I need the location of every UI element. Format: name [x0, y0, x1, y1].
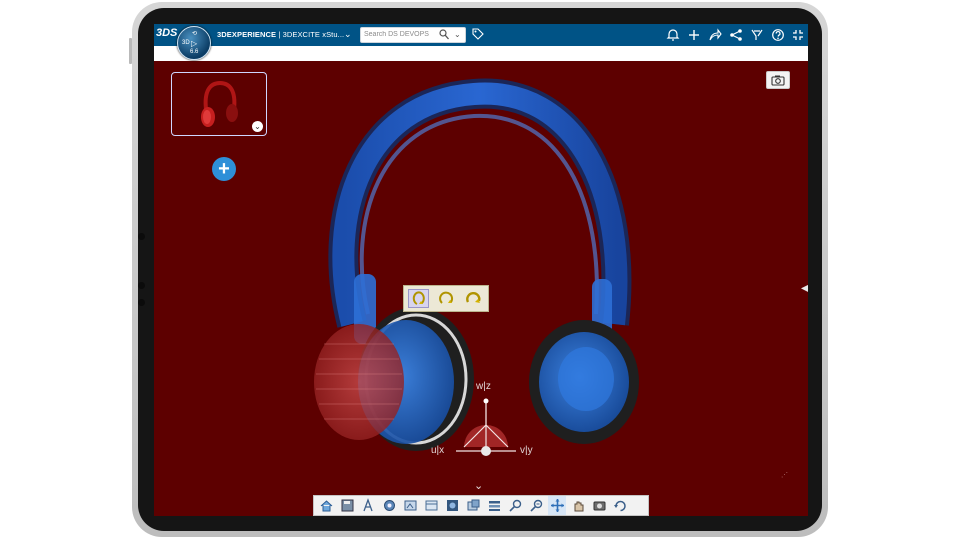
- toolbar-collapse-chevron-icon[interactable]: ⌄: [474, 479, 483, 492]
- save-icon[interactable]: [338, 496, 356, 515]
- text-style-icon[interactable]: [359, 496, 377, 515]
- camera-icon[interactable]: [590, 496, 608, 515]
- camera-dot: [138, 233, 145, 240]
- rotate-axis-icon: [439, 291, 454, 304]
- bottom-action-bar: [313, 495, 649, 516]
- axis-label-vertical: w|z: [476, 381, 491, 392]
- app-screen: 3DS 3DEXPERIENCE | 3DEXCITE xStu... ⌄ ⌄: [154, 24, 808, 516]
- pan-icon[interactable]: [569, 496, 587, 515]
- resize-handle-icon[interactable]: ⋰: [781, 471, 788, 479]
- rotate-screen-button[interactable]: [463, 289, 484, 308]
- axis-robot[interactable]: w|z u|x v|y: [426, 379, 546, 464]
- search-zoom-icon[interactable]: [506, 496, 524, 515]
- capture-icon[interactable]: [464, 496, 482, 515]
- render-icon[interactable]: [443, 496, 461, 515]
- zoom-icon[interactable]: [527, 496, 545, 515]
- tablet-side-button: [129, 38, 132, 64]
- frame-icon[interactable]: [422, 496, 440, 515]
- sensor-dot: [138, 299, 145, 306]
- refresh-icon[interactable]: [611, 496, 629, 515]
- axis-label-right: v|y: [520, 445, 533, 456]
- move-icon[interactable]: [548, 496, 566, 515]
- home-icon[interactable]: [317, 496, 335, 515]
- layers-icon[interactable]: [485, 496, 503, 515]
- axis-label-left: u|x: [431, 445, 445, 456]
- settings-icon[interactable]: [380, 496, 398, 515]
- rotate-free-icon: [412, 291, 425, 305]
- view-mode-icon[interactable]: [401, 496, 419, 515]
- rotate-screen-icon: [466, 291, 481, 303]
- rotate-free-button[interactable]: [408, 289, 429, 308]
- rotate-axis-button[interactable]: [436, 289, 457, 308]
- sensor-dot: [138, 282, 145, 289]
- rotation-mode-palette: [403, 285, 489, 312]
